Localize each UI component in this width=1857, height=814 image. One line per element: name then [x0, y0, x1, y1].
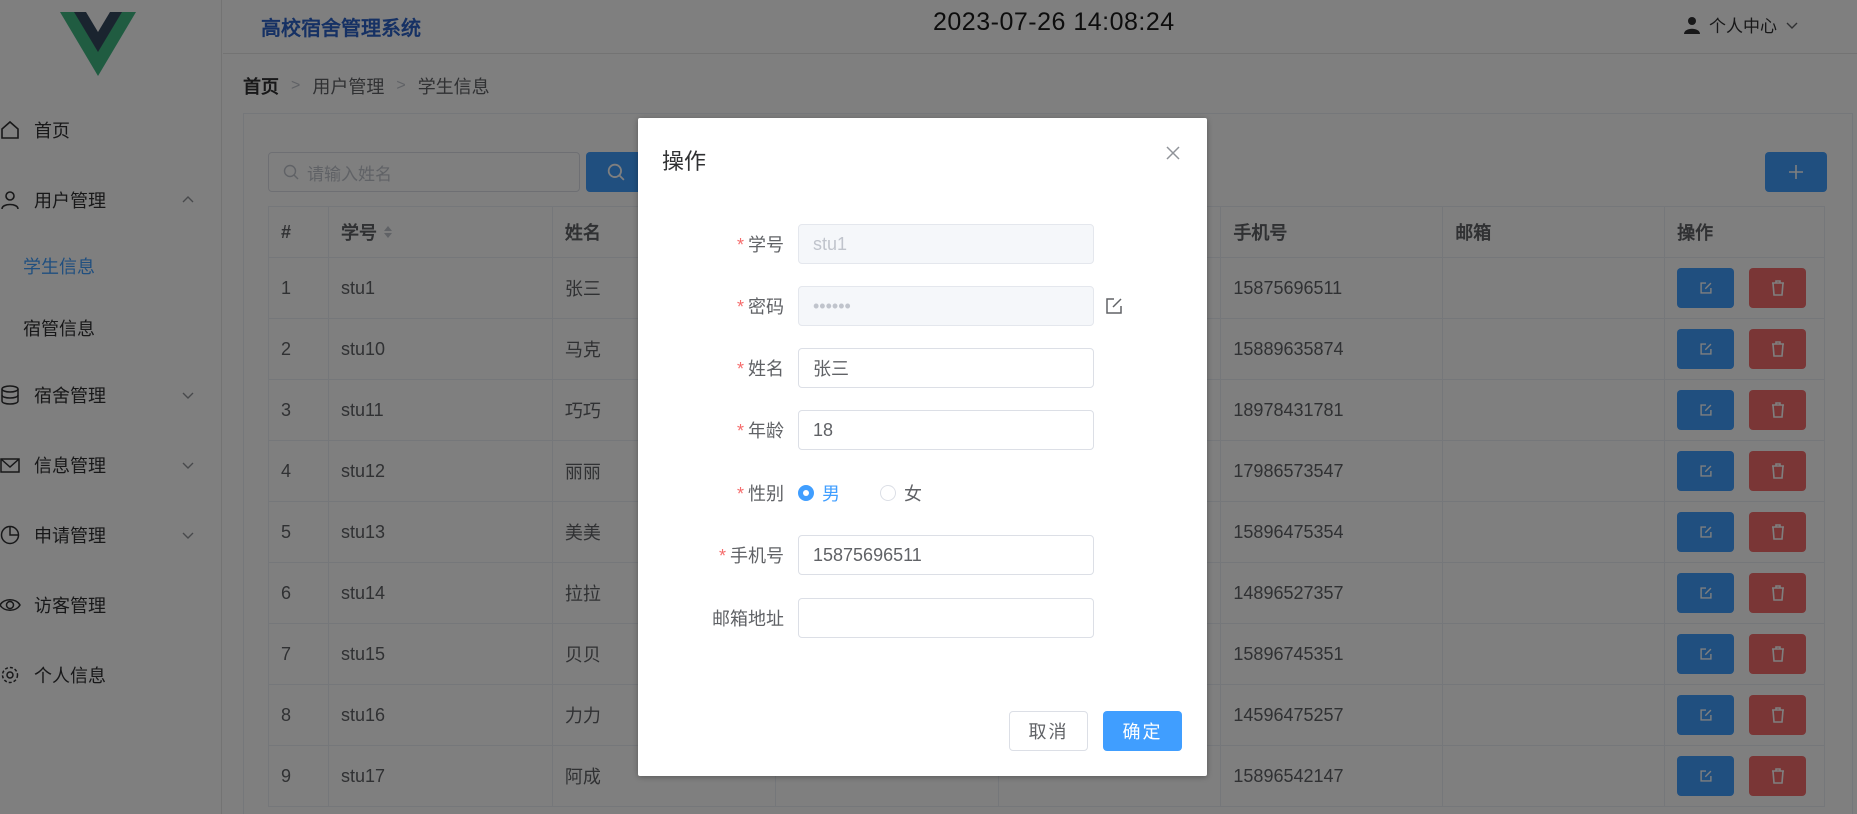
- close-icon[interactable]: [1164, 144, 1182, 162]
- form-label-name: * 姓名: [736, 359, 784, 379]
- radio-male[interactable]: 男: [798, 480, 840, 506]
- form-label-phone: * 手机号: [718, 546, 784, 566]
- password-field[interactable]: [798, 286, 1094, 326]
- form-row-name: * 姓名: [638, 348, 1207, 388]
- gender-radio-group: 男 女: [798, 480, 922, 506]
- radio-female[interactable]: 女: [880, 480, 922, 506]
- age-field[interactable]: [798, 410, 1094, 450]
- form-row-gender: * 性别 男 女: [638, 473, 1207, 513]
- form-row-sid: * 学号: [638, 224, 1207, 264]
- sid-field[interactable]: [798, 224, 1094, 264]
- form-label-email: 邮箱地址: [712, 609, 784, 629]
- dialog-title: 操作: [662, 149, 707, 174]
- name-field[interactable]: [798, 348, 1094, 388]
- form-label-age: * 年龄: [736, 421, 784, 441]
- form-label-gender: * 性别: [736, 484, 784, 504]
- phone-field[interactable]: [798, 535, 1094, 575]
- form-row-phone: * 手机号: [638, 535, 1207, 575]
- email-field[interactable]: [798, 598, 1094, 638]
- radio-dot: [798, 485, 814, 501]
- form-label-password: * 密码: [736, 297, 784, 317]
- cancel-button[interactable]: 取消: [1009, 711, 1088, 751]
- confirm-button[interactable]: 确定: [1103, 711, 1182, 751]
- radio-dot: [880, 485, 896, 501]
- edit-dialog: 操作 *学号 *密码 *姓名 *年龄 *性别 男 女 *手机号: [638, 118, 1207, 776]
- form-row-password: * 密码: [638, 286, 1207, 326]
- form-label-sid: * 学号: [736, 235, 784, 255]
- form-row-email: 邮箱地址: [638, 598, 1207, 638]
- form-row-age: * 年龄: [638, 410, 1207, 450]
- edit-icon[interactable]: [1104, 296, 1124, 316]
